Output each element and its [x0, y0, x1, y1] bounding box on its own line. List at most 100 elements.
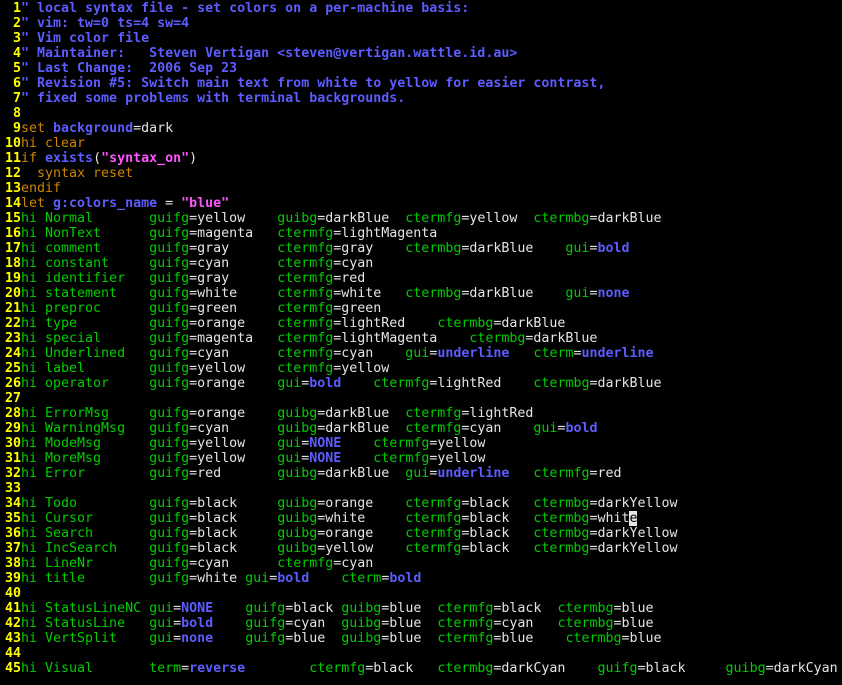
editor-line[interactable]: 17 hi comment guifg=gray ctermfg=gray cte…	[0, 241, 842, 256]
vim-editor[interactable]: 1 " local syntax file - set colors on a p…	[0, 0, 842, 685]
line-code: " fixed some problems with terminal back…	[21, 91, 405, 106]
code-token: =yellow	[461, 211, 534, 226]
editor-line[interactable]: 43 hi VertSplit gui=none guifg=blue guibg…	[0, 631, 842, 646]
editor-line[interactable]: 22 hi type guifg=orange ctermfg=lightRed …	[0, 316, 842, 331]
editor-line[interactable]: 11 if exists("syntax_on")	[0, 151, 842, 166]
line-code: hi identifier guifg=gray ctermfg=red	[21, 271, 365, 286]
code-token: hi LineNr guifg	[21, 556, 190, 571]
code-token: =darkBlue	[461, 241, 566, 256]
code-token: =	[157, 196, 182, 211]
line-code: hi clear	[21, 136, 85, 151]
line-code: hi Search guifg=black guibg=orange cterm…	[21, 526, 678, 541]
editor-line[interactable]: 36 hi Search guifg=black guibg=orange cte…	[0, 526, 842, 541]
editor-line[interactable]: 41 hi StatusLineNC gui=NONE guifg=black g…	[0, 601, 842, 616]
editor-line[interactable]: 40	[0, 586, 842, 601]
editor-line[interactable]: 3 " Vim color file	[0, 31, 842, 46]
editor-line[interactable]: 42 hi StatusLine gui=bold guifg=cyan guib…	[0, 616, 842, 631]
code-token: =black	[189, 511, 278, 526]
editor-line[interactable]: 9 set background=dark	[0, 121, 842, 136]
line-code: hi LineNr guifg=cyan ctermfg=cyan	[21, 556, 373, 571]
code-token: guibg	[277, 406, 318, 421]
code-token: (	[93, 151, 102, 166]
editor-line[interactable]: 45 hi Visual term=reverse ctermfg=black c…	[0, 661, 842, 676]
code-token: " Vim color file	[21, 31, 150, 46]
code-token: hi Todo guifg	[21, 496, 190, 511]
editor-line[interactable]: 21 hi preproc guifg=green ctermfg=green	[0, 301, 842, 316]
editor-line[interactable]: 13 endif	[0, 181, 842, 196]
code-token: ctermfg	[405, 406, 462, 421]
editor-line[interactable]: 44	[0, 646, 842, 661]
editor-line[interactable]: 28 hi ErrorMsg guifg=orange guibg=darkBlu…	[0, 406, 842, 421]
editor-line[interactable]: 33	[0, 481, 842, 496]
code-token: =cyan	[189, 556, 278, 571]
editor-line[interactable]: 18 hi constant guifg=cyan ctermfg=cyan	[0, 256, 842, 271]
code-token: ctermbg	[405, 286, 462, 301]
line-number: 19	[4, 271, 21, 286]
editor-line[interactable]: 39 hi title guifg=white gui=bold cterm=bo…	[0, 571, 842, 586]
line-number: 25	[4, 361, 21, 376]
editor-line[interactable]: 23 hi special guifg=magenta ctermfg=light…	[0, 331, 842, 346]
editor-line[interactable]: 2 " vim: tw=0 ts=4 sw=4	[0, 16, 842, 31]
editor-line[interactable]: 25 hi label guifg=yellow ctermfg=yellow	[0, 361, 842, 376]
code-token: " Last Change: 2006 Sep 23	[21, 61, 238, 76]
editor-line[interactable]: 27	[0, 391, 842, 406]
editor-line[interactable]: 6 " Revision #5: Switch main text from wh…	[0, 76, 842, 91]
editor-line[interactable]: 10 hi clear	[0, 136, 842, 151]
editor-line[interactable]: 1 " local syntax file - set colors on a p…	[0, 1, 842, 16]
editor-line[interactable]: 30 hi ModeMsg guifg=yellow gui=NONE cterm…	[0, 436, 842, 451]
code-token: =lightRed	[333, 316, 438, 331]
editor-line[interactable]: 5 " Last Change: 2006 Sep 23	[0, 61, 842, 76]
code-token: ctermfg	[277, 556, 334, 571]
code-token: " vim: tw=0 ts=4 sw=4	[21, 16, 190, 31]
code-token: =black	[189, 526, 278, 541]
line-number: 18	[4, 256, 21, 271]
editor-line[interactable]: 14 let g:colors_name = "blue"	[0, 196, 842, 211]
code-token: hi statement guifg	[21, 286, 190, 301]
code-token: gui	[533, 421, 558, 436]
line-code: hi Normal guifg=yellow guibg=darkBlue ct…	[21, 211, 662, 226]
code-token: hi VertSplit gui	[21, 631, 174, 646]
line-code: hi ErrorMsg guifg=orange guibg=darkBlue …	[21, 406, 533, 421]
line-code: hi constant guifg=cyan ctermfg=cyan	[21, 256, 373, 271]
editor-line[interactable]: 7 " fixed some problems with terminal bac…	[0, 91, 842, 106]
code-token: =blue	[381, 631, 438, 646]
code-token: ctermfg	[533, 466, 590, 481]
editor-line[interactable]: 19 hi identifier guifg=gray ctermfg=red	[0, 271, 842, 286]
code-token: )	[189, 151, 198, 166]
line-number: 22	[4, 316, 21, 331]
line-code: hi NonText guifg=magenta ctermfg=lightMa…	[21, 226, 437, 241]
code-token: hi NonText guifg	[21, 226, 190, 241]
code-token: =yellow	[189, 361, 278, 376]
editor-line[interactable]: 4 " Maintainer: Steven Vertigan <steven@v…	[0, 46, 842, 61]
editor-line[interactable]: 29 hi WarningMsg guifg=cyan guibg=darkBlu…	[0, 421, 842, 436]
code-token: hi StatusLineNC gui	[21, 601, 174, 616]
code-token: ctermbg	[469, 331, 526, 346]
code-token: =green	[333, 301, 382, 316]
editor-line[interactable]: 38 hi LineNr guifg=cyan ctermfg=cyan	[0, 556, 842, 571]
editor-line[interactable]: 37 hi IncSearch guifg=black guibg=yellow …	[0, 541, 842, 556]
editor-line[interactable]: 20 hi statement guifg=white ctermfg=white…	[0, 286, 842, 301]
editor-line[interactable]: 12 syntax reset	[0, 166, 842, 181]
editor-line[interactable]: 8	[0, 106, 842, 121]
code-token: =black	[493, 601, 558, 616]
editor-line[interactable]: 26 hi operator guifg=orange gui=bold cter…	[0, 376, 842, 391]
code-token: hi Underlined guifg	[21, 346, 190, 361]
editor-line[interactable]: 15 hi Normal guifg=yellow guibg=darkBlue …	[0, 211, 842, 226]
code-token: =gray	[189, 271, 278, 286]
code-token: ctermfg	[437, 631, 494, 646]
code-token: guibg	[277, 496, 318, 511]
code-token: hi WarningMsg guifg	[21, 421, 190, 436]
code-token: =orange	[189, 376, 278, 391]
editor-line[interactable]: 32 hi Error guifg=red guibg=darkBlue gui=…	[0, 466, 842, 481]
editor-line[interactable]: 34 hi Todo guifg=black guibg=orange cterm…	[0, 496, 842, 511]
editor-line[interactable]: 24 hi Underlined guifg=cyan ctermfg=cyan …	[0, 346, 842, 361]
editor-line[interactable]: 31 hi MoreMsg guifg=yellow gui=NONE cterm…	[0, 451, 842, 466]
line-number: 24	[4, 346, 21, 361]
code-token: guibg	[277, 511, 318, 526]
code-token: =lightRed	[461, 406, 534, 421]
editor-line[interactable]: 35 hi Cursor guifg=black guibg=white cter…	[0, 511, 842, 526]
line-number: 39	[4, 571, 21, 586]
line-code: " Last Change: 2006 Sep 23	[21, 61, 237, 76]
editor-line[interactable]: 16 hi NonText guifg=magenta ctermfg=light…	[0, 226, 842, 241]
